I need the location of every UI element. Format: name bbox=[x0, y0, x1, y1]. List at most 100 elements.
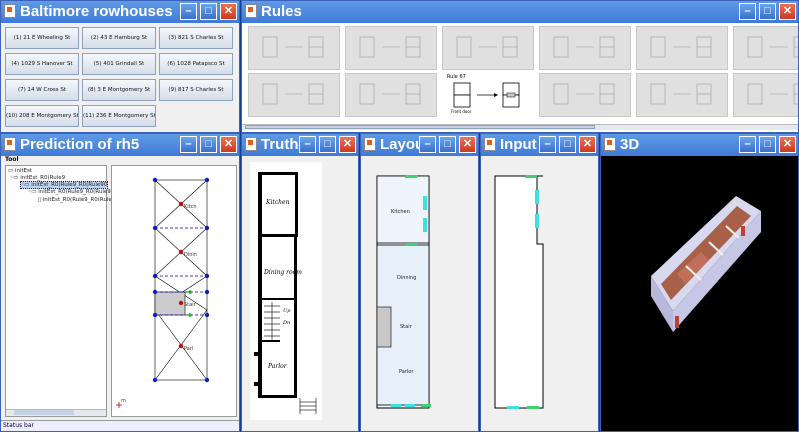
rowhouse-button[interactable]: (7) 14 W Cross St bbox=[5, 79, 79, 101]
tree-hscroll[interactable] bbox=[6, 409, 106, 416]
stair-label: Stair bbox=[184, 302, 197, 308]
truth-titlebar[interactable]: Truth – □ ✕ bbox=[242, 134, 358, 156]
rules-titlebar[interactable]: Rules – □ ✕ bbox=[242, 1, 798, 23]
prediction-canvas[interactable]: Kitch Dinin Stair Parl m bbox=[111, 165, 237, 417]
window-title: Rules bbox=[261, 3, 302, 20]
close-icon[interactable]: ✕ bbox=[459, 136, 476, 153]
rule-sketch bbox=[359, 36, 421, 58]
maximize-icon[interactable]: □ bbox=[200, 3, 217, 20]
rowhouse-button[interactable]: (10) 208 E Montgomery St bbox=[5, 105, 79, 127]
maximize-icon[interactable]: □ bbox=[759, 3, 776, 20]
threed-titlebar[interactable]: 3D – □ ✕ bbox=[601, 134, 798, 156]
prediction-graph: Kitch Dinin Stair Parl m bbox=[116, 177, 210, 408]
layout-body: Kitchen Dinning Stair Parlor bbox=[361, 156, 478, 431]
window-title: Truth bbox=[261, 136, 299, 153]
tree-node-2[interactable]: ◦▭ initEst_R0(Rule9_R0(Rule90 bbox=[20, 181, 109, 189]
rule-detail[interactable]: Rule 67 Front door bbox=[439, 73, 533, 118]
parlor-label: Parlor bbox=[267, 363, 288, 370]
dinin-label: Dinin bbox=[184, 252, 197, 258]
java-app-icon bbox=[4, 137, 16, 151]
rowhouse-button[interactable]: (1) 21 E Wheeling St bbox=[5, 27, 79, 49]
rowhouse-button[interactable]: (2) 43 E Hamburg St bbox=[82, 27, 156, 49]
maximize-icon[interactable]: □ bbox=[200, 136, 217, 153]
java-app-icon bbox=[245, 4, 257, 18]
layout-plan: Kitchen Dinning Stair Parlor bbox=[376, 175, 431, 409]
horizontal-scrollbar[interactable] bbox=[242, 124, 798, 130]
floorplan-image: Kitchen Dining room Up Dn Parlor bbox=[250, 162, 322, 420]
rule-thumbnail[interactable] bbox=[636, 73, 728, 117]
rowhouse-button[interactable]: (4) 1029 S Hanover St bbox=[5, 53, 79, 75]
up-label: Up bbox=[283, 308, 291, 314]
tool-menu[interactable]: Tool bbox=[5, 156, 19, 163]
baltimore-window: Baltimore rowhouses – □ ✕ (1) 21 E Wheel… bbox=[0, 0, 240, 133]
close-icon[interactable]: ✕ bbox=[779, 3, 796, 20]
maximize-icon[interactable]: □ bbox=[559, 136, 576, 153]
rowhouse-button[interactable]: (3) 821 S Charles St bbox=[159, 27, 233, 49]
rule-thumbnail[interactable] bbox=[733, 73, 798, 117]
dn-label: Dn bbox=[282, 320, 290, 326]
minimize-icon[interactable]: – bbox=[180, 136, 197, 153]
scroll-thumb[interactable] bbox=[245, 125, 595, 129]
origin-label: m bbox=[121, 398, 126, 404]
minimize-icon[interactable]: – bbox=[539, 136, 556, 153]
rule-thumbnail[interactable] bbox=[733, 26, 798, 70]
input-window: Input – □ ✕ bbox=[480, 133, 599, 432]
maximize-icon[interactable]: □ bbox=[759, 136, 776, 153]
rule-thumbnail[interactable] bbox=[539, 26, 631, 70]
close-icon[interactable]: ✕ bbox=[220, 3, 237, 20]
layout-stair: Stair bbox=[400, 324, 413, 330]
rule-thumbnail[interactable] bbox=[248, 73, 340, 117]
rules-panel: Rule 67 Front door bbox=[242, 23, 798, 132]
parl-label: Parl bbox=[184, 346, 193, 352]
input-outline bbox=[494, 175, 544, 409]
maximize-icon[interactable]: □ bbox=[439, 136, 456, 153]
rowhouse-button[interactable]: (8) 3 E Montgomery St bbox=[82, 79, 156, 101]
rule-sketch bbox=[553, 36, 615, 58]
java-app-icon bbox=[4, 4, 16, 18]
close-icon[interactable]: ✕ bbox=[220, 136, 237, 153]
rule-thumbnail[interactable] bbox=[636, 26, 728, 70]
threed-viewport[interactable] bbox=[601, 156, 798, 431]
input-body bbox=[481, 156, 598, 431]
rule-thumbnail[interactable] bbox=[345, 73, 437, 117]
minimize-icon[interactable]: – bbox=[739, 3, 756, 20]
java-app-icon bbox=[245, 137, 257, 151]
window-title: Input bbox=[500, 136, 537, 153]
rule-sketch bbox=[553, 83, 615, 105]
kitchen-label: Kitchen bbox=[265, 199, 290, 206]
layout-kitchen: Kitchen bbox=[391, 209, 410, 215]
close-icon[interactable]: ✕ bbox=[339, 136, 356, 153]
rule-sketch bbox=[262, 83, 324, 105]
rule-sketch bbox=[262, 36, 324, 58]
maximize-icon[interactable]: □ bbox=[319, 136, 336, 153]
kitch-label: Kitch bbox=[184, 204, 197, 210]
input-titlebar[interactable]: Input – □ ✕ bbox=[481, 134, 598, 156]
java-app-icon bbox=[604, 137, 616, 151]
rowhouse-button[interactable]: (5) 401 Grindall St bbox=[82, 53, 156, 75]
rule-thumbnail[interactable] bbox=[442, 26, 534, 70]
window-title: 3D bbox=[620, 136, 640, 153]
rule-thumbnail[interactable] bbox=[345, 26, 437, 70]
rules-window: Rules – □ ✕ Rule 67 Front door bbox=[241, 0, 799, 133]
rowhouse-button[interactable]: (9) 817 S Charles St bbox=[159, 79, 233, 101]
rowhouse-button[interactable]: (6) 1028 Patapsco St bbox=[159, 53, 233, 75]
minimize-icon[interactable]: – bbox=[739, 136, 756, 153]
minimize-icon[interactable]: – bbox=[299, 136, 316, 153]
java-app-icon bbox=[484, 137, 496, 151]
baltimore-titlebar[interactable]: Baltimore rowhouses – □ ✕ bbox=[1, 1, 239, 23]
3d-model bbox=[651, 196, 761, 332]
minimize-icon[interactable]: – bbox=[180, 3, 197, 20]
rule-thumbnail[interactable] bbox=[539, 73, 631, 117]
minimize-icon[interactable]: – bbox=[419, 136, 436, 153]
tree-root[interactable]: ▭ initEst bbox=[8, 168, 32, 174]
rule-sketch bbox=[747, 83, 798, 105]
close-icon[interactable]: ✕ bbox=[579, 136, 596, 153]
close-icon[interactable]: ✕ bbox=[779, 136, 796, 153]
rule-sketch bbox=[456, 36, 518, 58]
rowhouse-button[interactable]: (11) 236 E Montgomery St bbox=[82, 105, 156, 127]
rule-thumbnail[interactable] bbox=[248, 26, 340, 70]
prediction-titlebar[interactable]: Prediction of rh5 – □ ✕ bbox=[1, 134, 239, 156]
window-title: Prediction of rh5 bbox=[20, 136, 140, 153]
layout-titlebar[interactable]: Layout – □ ✕ bbox=[361, 134, 478, 156]
threed-window: 3D – □ ✕ bbox=[600, 133, 799, 432]
